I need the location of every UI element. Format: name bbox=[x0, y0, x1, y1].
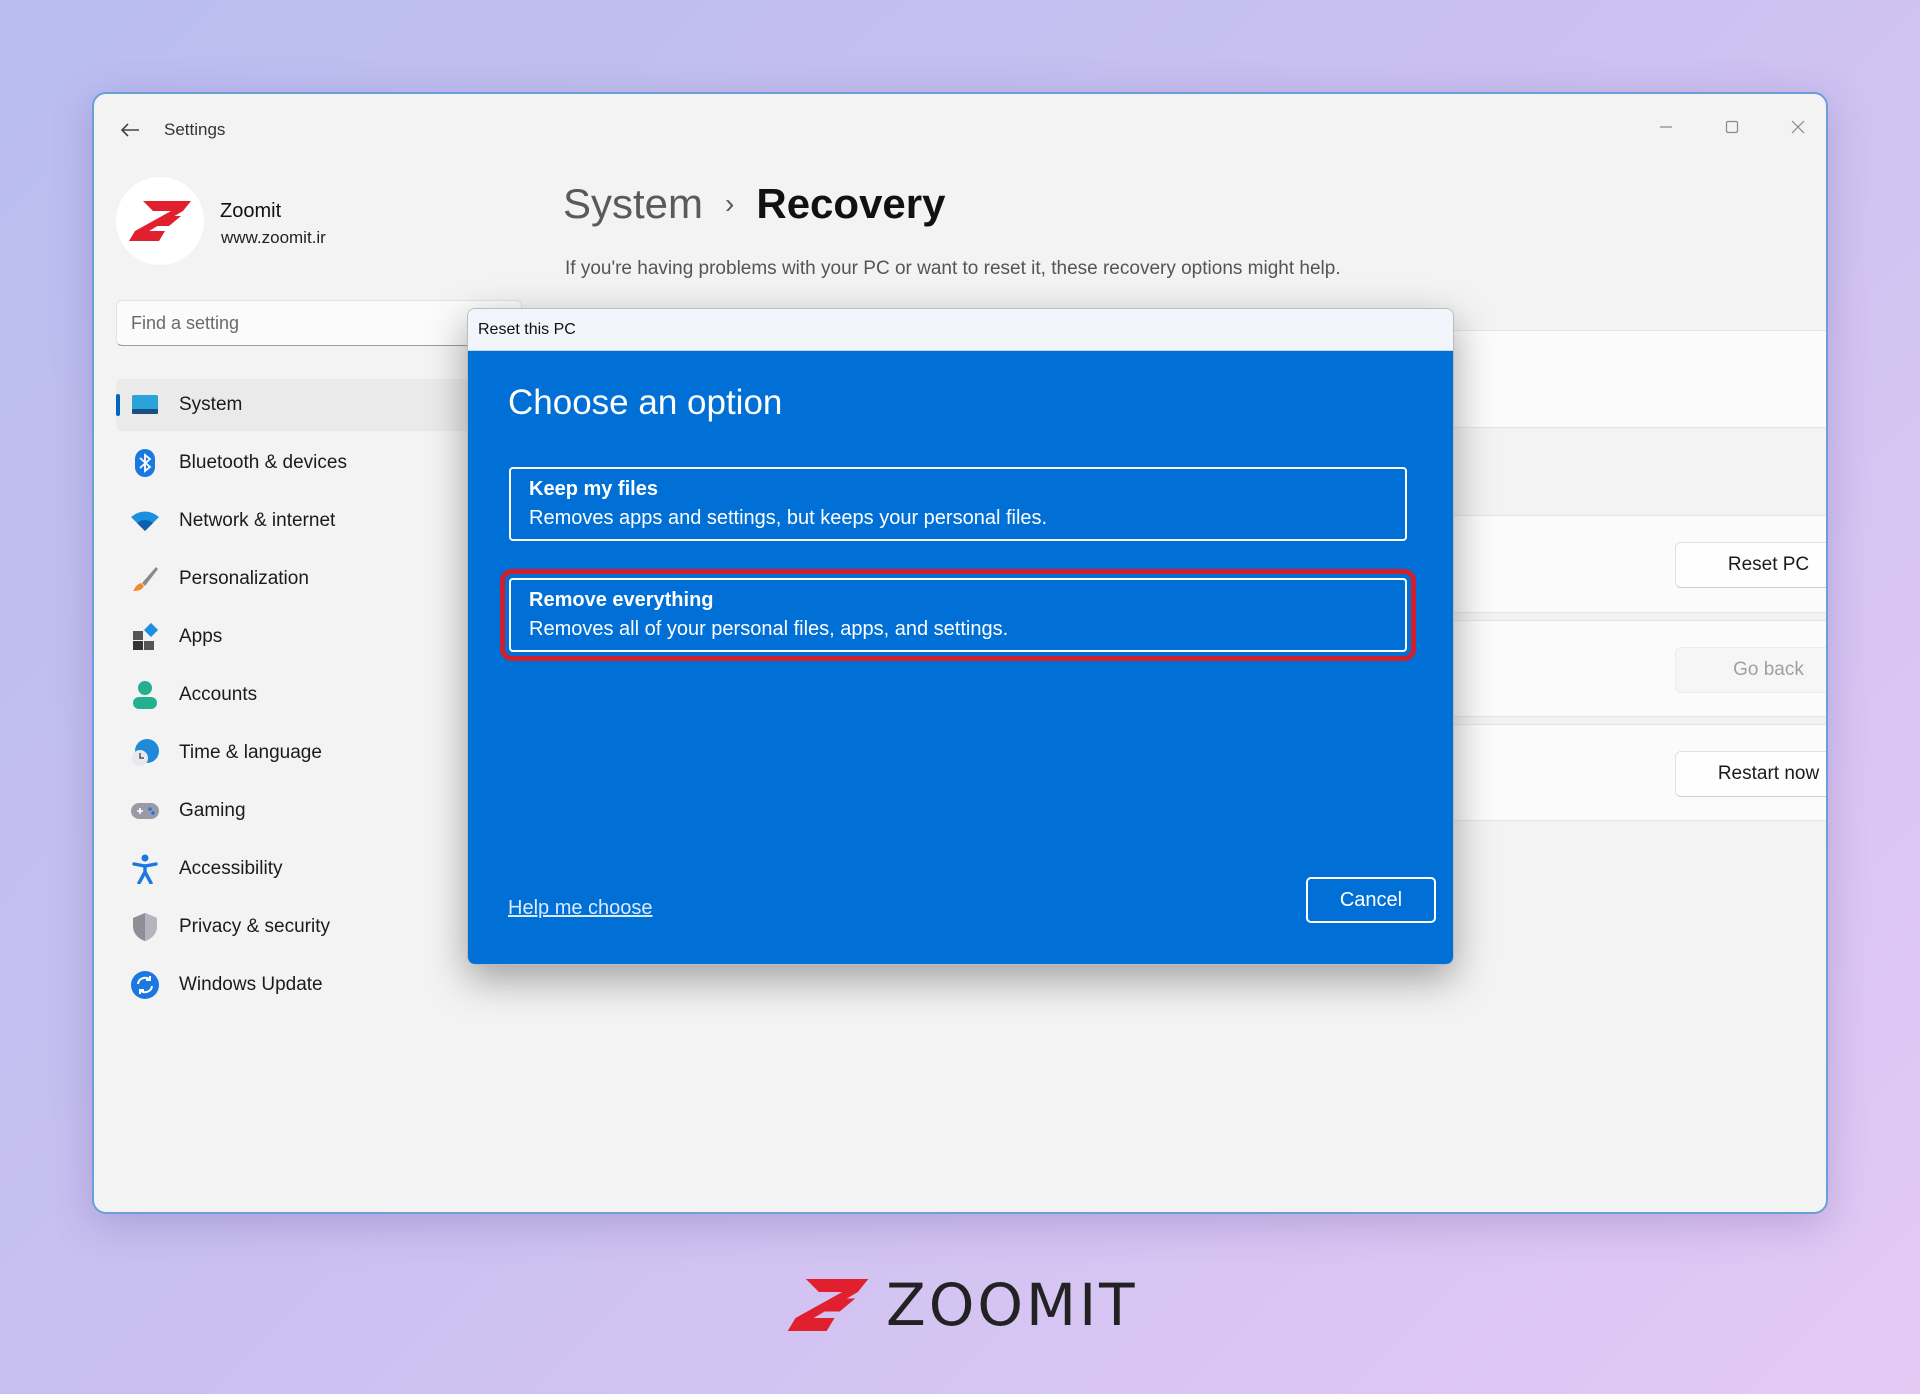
shield-icon bbox=[130, 912, 160, 942]
back-arrow-icon bbox=[120, 123, 139, 137]
update-icon bbox=[130, 970, 160, 1000]
person-icon bbox=[130, 680, 160, 710]
dialog-title: Reset this PC bbox=[468, 309, 1453, 351]
sidebar-nav: System Bluetooth & devices Network & int… bbox=[116, 379, 496, 1017]
sidebar-item-label: Personalization bbox=[179, 568, 309, 589]
profile-name: Zoomit bbox=[220, 200, 282, 222]
sidebar-item-label: Apps bbox=[179, 626, 223, 647]
sidebar-item-label: System bbox=[179, 394, 243, 415]
sidebar-item-label: Windows Update bbox=[179, 974, 323, 995]
sidebar-item-network[interactable]: Network & internet bbox=[116, 495, 496, 547]
option-title: Remove everything bbox=[529, 589, 714, 611]
bluetooth-icon bbox=[130, 448, 160, 478]
minimize-button[interactable] bbox=[1644, 110, 1688, 144]
sidebar-item-label: Time & language bbox=[179, 742, 322, 763]
system-icon bbox=[130, 390, 160, 420]
close-icon bbox=[1791, 120, 1805, 134]
maximize-button[interactable] bbox=[1710, 110, 1754, 144]
minimize-icon bbox=[1660, 126, 1672, 128]
paintbrush-icon bbox=[130, 564, 160, 594]
avatar[interactable] bbox=[116, 177, 204, 265]
maximize-icon bbox=[1725, 120, 1739, 134]
brand-watermark: ZOOMIT bbox=[782, 1276, 1138, 1334]
apps-icon bbox=[130, 622, 160, 652]
search-box[interactable] bbox=[116, 300, 522, 346]
page-description: If you're having problems with your PC o… bbox=[565, 258, 1341, 279]
keep-my-files-option[interactable]: Keep my files Removes apps and settings,… bbox=[509, 467, 1407, 541]
back-button[interactable] bbox=[116, 116, 144, 144]
breadcrumb: System › Recovery bbox=[563, 180, 945, 228]
help-me-choose-link[interactable]: Help me choose bbox=[508, 897, 653, 920]
accessibility-icon bbox=[130, 854, 160, 884]
option-description: Removes apps and settings, but keeps you… bbox=[529, 507, 1048, 529]
brand-text: ZOOMIT bbox=[886, 1271, 1138, 1339]
remove-everything-option[interactable]: Remove everything Removes all of your pe… bbox=[509, 578, 1407, 652]
sidebar-item-privacy-security[interactable]: Privacy & security bbox=[116, 901, 496, 953]
sidebar-item-gaming[interactable]: Gaming bbox=[116, 785, 496, 837]
sidebar-item-label: Network & internet bbox=[179, 510, 336, 531]
sidebar-item-bluetooth[interactable]: Bluetooth & devices bbox=[116, 437, 496, 489]
search-input[interactable] bbox=[131, 312, 507, 334]
sidebar-item-accessibility[interactable]: Accessibility bbox=[116, 843, 496, 895]
sidebar-item-label: Bluetooth & devices bbox=[179, 452, 347, 473]
globe-clock-icon bbox=[130, 738, 160, 768]
restart-now-button[interactable]: Restart now bbox=[1675, 751, 1826, 797]
reset-pc-button[interactable]: Reset PC bbox=[1675, 542, 1826, 588]
option-title: Keep my files bbox=[529, 478, 658, 500]
profile-url: www.zoomit.ir bbox=[221, 228, 326, 247]
wifi-icon bbox=[130, 506, 160, 536]
chevron-right-icon: › bbox=[725, 188, 735, 219]
sidebar-item-label: Accounts bbox=[179, 684, 258, 705]
window-title: Settings bbox=[164, 120, 226, 139]
sidebar-item-label: Privacy & security bbox=[179, 916, 330, 937]
sidebar-item-label: Accessibility bbox=[179, 858, 283, 879]
dialog-heading: Choose an option bbox=[508, 383, 783, 422]
dialog-body: Choose an option Keep my files Removes a… bbox=[468, 351, 1453, 964]
sidebar-item-personalization[interactable]: Personalization bbox=[116, 553, 496, 605]
breadcrumb-system[interactable]: System bbox=[563, 180, 703, 228]
sidebar-item-apps[interactable]: Apps bbox=[116, 611, 496, 663]
sidebar-item-accounts[interactable]: Accounts bbox=[116, 669, 496, 721]
gamepad-icon bbox=[130, 796, 160, 826]
zoomit-logo-icon bbox=[787, 1279, 869, 1331]
cancel-button[interactable]: Cancel bbox=[1306, 877, 1436, 923]
page-title: Recovery bbox=[756, 180, 946, 227]
sidebar-item-label: Gaming bbox=[179, 800, 246, 821]
reset-pc-dialog: Reset this PC Choose an option Keep my f… bbox=[467, 308, 1454, 965]
sidebar-item-system[interactable]: System bbox=[116, 379, 496, 431]
close-button[interactable] bbox=[1776, 110, 1820, 144]
go-back-button: Go back bbox=[1675, 647, 1826, 693]
option-description: Removes all of your personal files, apps… bbox=[529, 618, 1009, 640]
zoomit-logo-icon bbox=[129, 201, 191, 241]
sidebar-item-windows-update[interactable]: Windows Update bbox=[116, 959, 496, 1011]
sidebar-item-time-language[interactable]: Time & language bbox=[116, 727, 496, 779]
